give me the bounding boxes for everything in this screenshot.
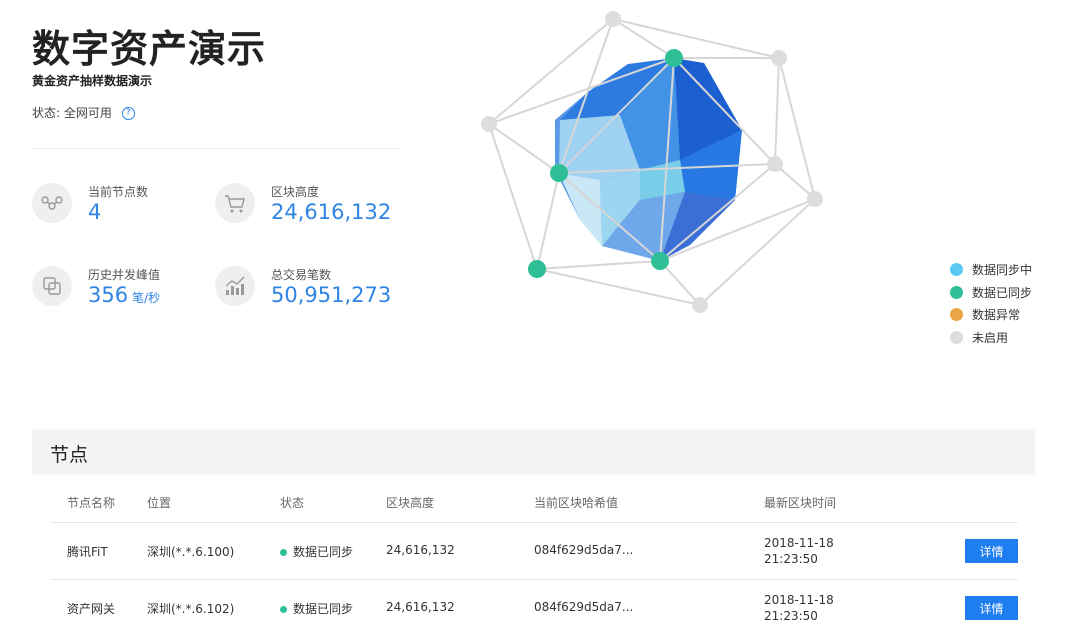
status-value: 全网可用 xyxy=(63,106,112,120)
legend-item: 数据同步中 xyxy=(950,258,1032,281)
legend-dot-disabled xyxy=(950,330,963,344)
page-title: 数字资产演示 xyxy=(32,27,267,71)
stat-label: 总交易笔数 xyxy=(271,268,332,282)
status-legend: 数据同步中 数据已同步 数据异常 未启用 xyxy=(950,258,1032,349)
nodes-panel-title: 节点 xyxy=(50,444,89,466)
column-header-hash: 当前区块哈希值 xyxy=(534,496,619,510)
stat-unit: 笔/秒 xyxy=(132,291,161,305)
detail-button[interactable]: 详情 xyxy=(965,539,1018,563)
cell-node-name: 腾讯FiT xyxy=(67,545,108,559)
table-divider xyxy=(50,579,1018,580)
cell-status: 数据已同步 xyxy=(280,600,353,617)
stat-value: 50,951,273 xyxy=(271,283,392,307)
network-edges xyxy=(488,18,816,306)
column-header-name: 节点名称 xyxy=(67,496,116,510)
status-dot xyxy=(280,606,287,613)
stat-value: 4 xyxy=(88,200,102,224)
stat-label: 历史并发峰值 xyxy=(88,268,161,282)
cell-block-height: 24,616,132 xyxy=(386,600,455,614)
cell-block-hash: 084f629d5da7... xyxy=(534,600,634,614)
column-header-location: 位置 xyxy=(147,496,172,510)
node-inactive xyxy=(605,11,621,27)
legend-dot-synced xyxy=(950,285,963,299)
nodes-icon xyxy=(32,183,72,223)
legend-label: 数据异常 xyxy=(972,308,1021,323)
network-nodes xyxy=(481,11,823,313)
node-synced xyxy=(651,252,669,270)
status-dot xyxy=(280,549,287,556)
help-icon[interactable]: ? xyxy=(121,107,135,120)
cell-location: 深圳(*.*.6.102) xyxy=(147,602,235,616)
column-header-height: 区块高度 xyxy=(386,496,435,510)
cart-icon xyxy=(215,183,255,223)
divider xyxy=(32,148,400,149)
stat-label: 当前节点数 xyxy=(88,185,149,199)
legend-label: 数据已同步 xyxy=(972,285,1033,300)
cell-block-time: 2018-11-18 21:23:50 xyxy=(764,593,834,623)
legend-dot-syncing xyxy=(950,262,963,276)
node-inactive xyxy=(771,50,787,66)
cell-status: 数据已同步 xyxy=(280,543,353,560)
node-inactive xyxy=(481,116,497,132)
node-inactive xyxy=(767,156,783,172)
legend-label: 未启用 xyxy=(972,330,1009,345)
cell-node-name: 资产网关 xyxy=(67,602,116,616)
network-graphic xyxy=(481,11,823,313)
network-status: 状态: 全网可用 ? xyxy=(32,104,135,121)
stat-label: 区块高度 xyxy=(271,185,320,199)
node-inactive xyxy=(807,191,823,207)
legend-item: 未启用 xyxy=(950,326,1032,349)
cell-block-height: 24,616,132 xyxy=(386,543,455,557)
nodes-panel-header: 节点 xyxy=(32,429,1035,475)
column-header-time: 最新区块时间 xyxy=(764,496,837,510)
node-inactive xyxy=(692,297,708,313)
cell-block-hash: 084f629d5da7... xyxy=(534,543,634,557)
legend-item: 数据异常 xyxy=(950,303,1032,326)
stat-value: 24,616,132 xyxy=(271,200,392,224)
table-divider xyxy=(50,522,1018,523)
trend-chart-icon xyxy=(215,266,255,306)
copy-icon xyxy=(32,266,72,306)
cell-block-time: 2018-11-18 21:23:50 xyxy=(764,536,834,566)
legend-label: 数据同步中 xyxy=(972,262,1033,277)
column-header-status: 状态 xyxy=(280,496,305,510)
legend-dot-error xyxy=(950,308,963,322)
page-subtitle: 黄金资产抽样数据演示 xyxy=(32,74,153,88)
crystal-shape xyxy=(555,58,742,261)
stat-value: 356 笔/秒 xyxy=(88,283,161,307)
node-synced xyxy=(665,49,683,67)
node-synced xyxy=(550,164,568,182)
legend-item: 数据已同步 xyxy=(950,281,1032,304)
status-label: 状态: xyxy=(32,106,61,120)
detail-button[interactable]: 详情 xyxy=(965,596,1018,620)
node-synced xyxy=(528,260,546,278)
cell-location: 深圳(*.*.6.100) xyxy=(147,545,235,559)
